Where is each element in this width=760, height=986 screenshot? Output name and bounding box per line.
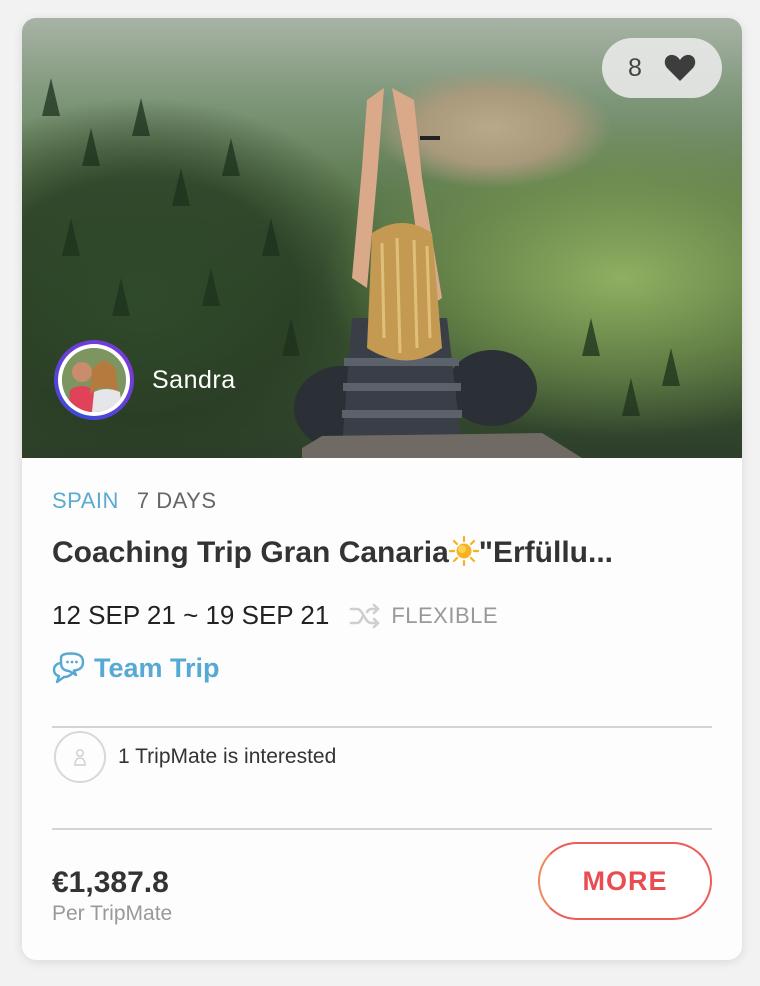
- price-unit: Per TripMate: [52, 902, 173, 925]
- trip-duration: 7 DAYS: [136, 488, 217, 513]
- flexible-label: FLEXIBLE: [391, 602, 499, 628]
- trip-price: €1,387.8: [52, 866, 169, 899]
- host-profile[interactable]: Sandra: [54, 340, 236, 420]
- divider: [52, 828, 712, 830]
- like-button[interactable]: 8: [602, 38, 722, 98]
- trip-title[interactable]: Coaching Trip Gran Canaria "Erfüllu...: [52, 536, 712, 570]
- more-button[interactable]: MORE: [538, 842, 712, 920]
- divider: [52, 726, 712, 728]
- trip-title-suffix: "Erfüllu...: [478, 536, 613, 569]
- trip-date-range: 12 SEP 21 ~ 19 SEP 21: [52, 600, 330, 630]
- avatar-photo: [62, 348, 126, 412]
- like-count: 8: [628, 53, 642, 82]
- interested-count-text: 1 TripMate is interested: [118, 745, 337, 768]
- interested-tripmates[interactable]: 1 TripMate is interested: [54, 731, 336, 783]
- host-avatar[interactable]: [54, 340, 134, 420]
- sun-icon: [448, 536, 479, 566]
- trip-card[interactable]: 8 Sandra SPAIN 7 DAYS Coaching Trip Gran…: [22, 18, 742, 960]
- trip-dates-row: 12 SEP 21 ~ 19 SEP 21 FLEXIBLE: [52, 600, 498, 631]
- heart-icon: [664, 54, 696, 81]
- trip-cover-image[interactable]: 8 Sandra: [22, 18, 742, 458]
- user-icon: [74, 749, 86, 766]
- trip-type-label: Team Trip: [94, 652, 220, 683]
- host-name[interactable]: Sandra: [152, 366, 236, 395]
- trip-type-badge[interactable]: Team Trip: [52, 652, 220, 684]
- more-button-label: MORE: [582, 865, 668, 896]
- tripmate-avatar-placeholder: [54, 731, 106, 783]
- avatar-image: [62, 348, 126, 412]
- shuffle-icon: [350, 603, 380, 628]
- trip-meta: SPAIN 7 DAYS: [52, 488, 217, 514]
- trip-country: SPAIN: [52, 488, 119, 513]
- chat-bubbles-icon: [52, 652, 85, 684]
- trip-title-text: Coaching Trip Gran Canaria: [52, 536, 449, 569]
